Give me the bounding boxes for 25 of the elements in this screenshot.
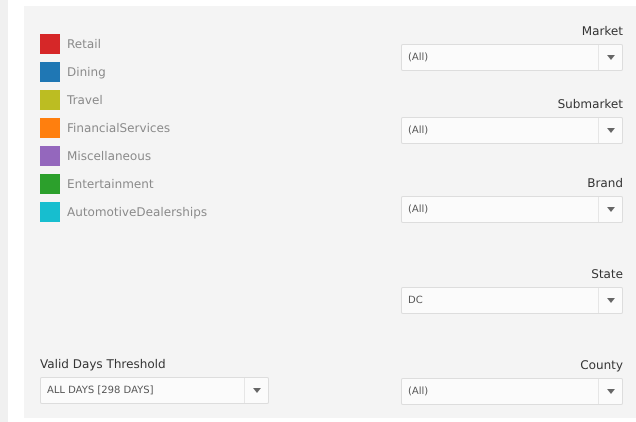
legend-label: FinancialServices (67, 120, 170, 137)
dropdown[interactable]: (All) (401, 44, 623, 71)
filter-label: County (580, 357, 623, 374)
dropdown[interactable]: (All) (401, 378, 623, 405)
legend-label: Travel (67, 92, 103, 109)
dropdown[interactable]: DC (401, 287, 623, 314)
legend-label: Miscellaneous (67, 148, 152, 165)
filter-label: Valid Days Threshold (40, 356, 166, 373)
filter-label: Submarket (558, 96, 623, 113)
legend-label: Dining (67, 64, 106, 81)
caret-icon (606, 389, 614, 394)
caret-icon (606, 207, 614, 212)
caret-icon (606, 298, 614, 303)
filter-label: State (591, 266, 623, 283)
filter-label: Market (582, 23, 623, 40)
legend-label: AutomotiveDealerships (67, 204, 208, 221)
legend-label: Retail (67, 36, 101, 53)
legend-label: Entertainment (67, 176, 154, 193)
dropdown[interactable]: (All) (401, 196, 623, 223)
dropdown[interactable]: ALL DAYS [298 DAYS] (40, 377, 269, 404)
dropdown[interactable]: (All) (401, 117, 623, 144)
caret-icon (606, 55, 614, 60)
filter-label: Brand (587, 175, 623, 192)
caret-icon (252, 388, 260, 393)
caret-icon (606, 128, 614, 133)
